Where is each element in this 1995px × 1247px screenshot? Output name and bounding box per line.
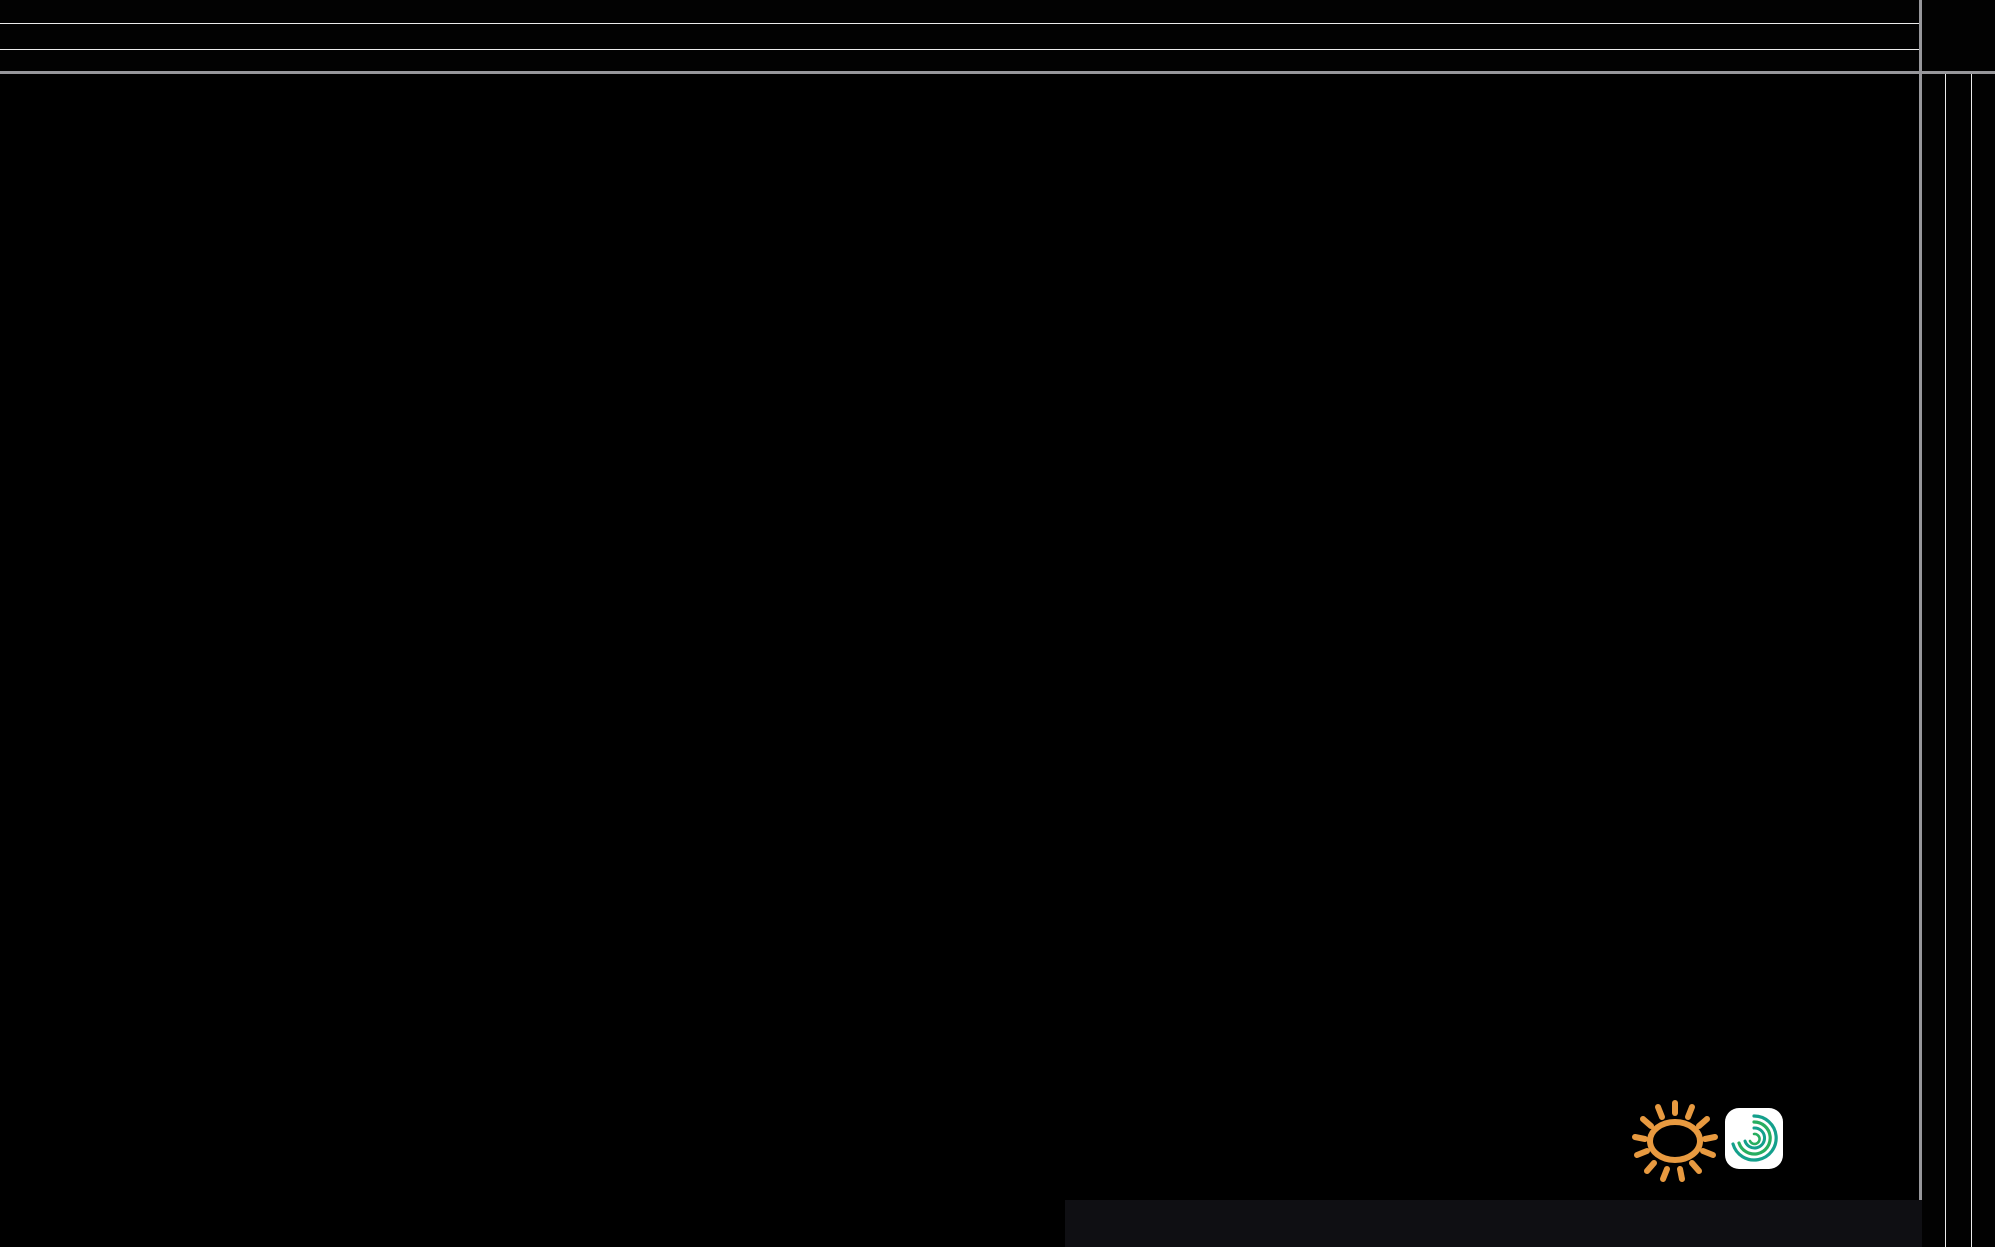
right-profile-10km-line (1971, 74, 1972, 1247)
right-profile-5km-line (1945, 74, 1946, 1247)
sun-icon (1628, 1089, 1720, 1189)
right-height-profile (1922, 0, 1995, 1247)
top-profile-10km-line (0, 23, 1919, 24)
radar-map (0, 73, 1919, 1247)
top-profile-5km-line (0, 49, 1919, 50)
vertical-separator (1919, 0, 1922, 1247)
dbz-scale-panel (1065, 1200, 1922, 1247)
metnet-app-icon (1724, 1106, 1786, 1172)
top-height-profile (0, 0, 1919, 71)
horizontal-separator (0, 71, 1995, 74)
metnet-logo (1628, 1088, 1918, 1190)
radar-screenshot (0, 0, 1995, 1247)
